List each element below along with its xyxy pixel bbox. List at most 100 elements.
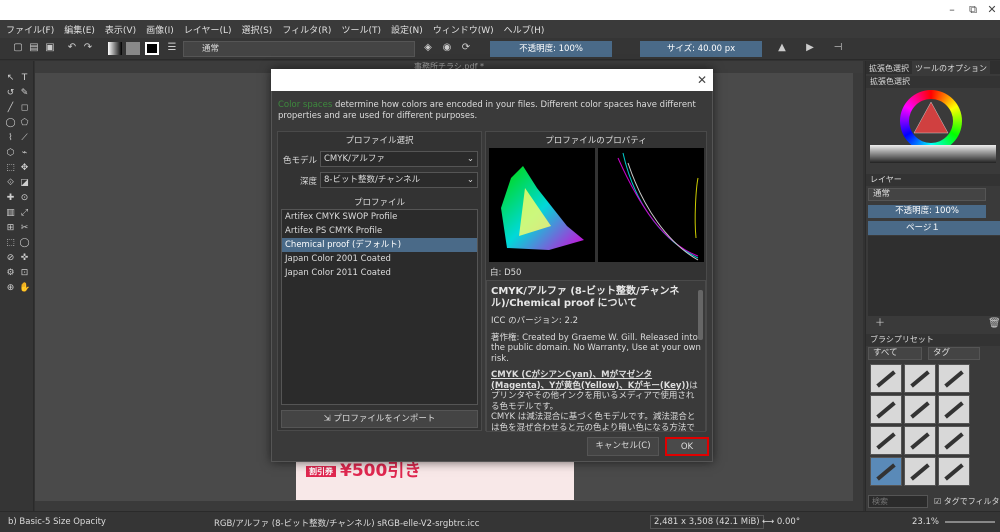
transform-icon[interactable]: ↺: [5, 88, 16, 99]
text-icon[interactable]: T: [19, 73, 30, 84]
brush-preset-tile[interactable]: [938, 395, 970, 424]
polygon-icon[interactable]: ⬠: [19, 118, 30, 129]
brush-icon[interactable]: ✎: [19, 88, 30, 99]
bezier-icon[interactable]: ⌇: [5, 133, 16, 144]
colorspace-link[interactable]: Color spaces: [278, 100, 332, 110]
polygon-select-icon[interactable]: ⊘: [5, 253, 16, 264]
freehand-path-icon[interactable]: ⟋: [19, 133, 30, 144]
restore-icon[interactable]: ⧉: [966, 3, 980, 17]
brush-preset-tile[interactable]: [870, 395, 902, 424]
mirror-horizontal-icon[interactable]: ▲: [776, 42, 788, 54]
brush-preset-tile[interactable]: [870, 426, 902, 455]
fg-bg-color-swatch[interactable]: [145, 42, 159, 55]
bezier-select-icon[interactable]: ⊡: [19, 268, 30, 279]
brush-preset-tile[interactable]: [938, 364, 970, 393]
move-icon[interactable]: ✥: [19, 163, 30, 174]
brush-preset-tile[interactable]: [870, 364, 902, 393]
dialog-close-icon[interactable]: ✕: [694, 72, 710, 88]
menu-layer[interactable]: レイヤー(L): [184, 23, 232, 36]
menu-image[interactable]: 画像(I): [146, 23, 174, 36]
size-slider[interactable]: サイズ: 40.00 px: [640, 41, 762, 57]
brush-preset-tile[interactable]: [904, 395, 936, 424]
profile-list-item[interactable]: Artifex CMYK SWOP Profile: [282, 210, 477, 224]
assistant-icon[interactable]: ▥: [5, 208, 16, 219]
rect-select-icon[interactable]: ⬚: [5, 238, 16, 249]
fill-icon[interactable]: ◪: [19, 178, 30, 189]
layer-blend-select[interactable]: 通常: [868, 188, 986, 201]
menu-file[interactable]: ファイル(F): [6, 23, 54, 36]
menu-view[interactable]: 表示(V): [105, 23, 136, 36]
menu-settings[interactable]: 設定(N): [391, 23, 423, 36]
profile-list-item[interactable]: Japan Color 2001 Coated: [282, 252, 477, 266]
info-scrollbar[interactable]: [698, 290, 703, 340]
brush-filter-select[interactable]: すべて: [868, 347, 922, 360]
preserve-alpha-icon[interactable]: ◉: [441, 42, 453, 54]
layer-row[interactable]: ページ１: [868, 221, 1000, 235]
ellipse-icon[interactable]: ◯: [5, 118, 16, 129]
import-profile-button[interactable]: ⇲ プロファイルをインポート: [281, 410, 478, 428]
status-rotation[interactable]: ⟷ 0.00°: [762, 517, 800, 527]
magic-wand-icon[interactable]: ✜: [19, 253, 30, 264]
tab-advanced-color[interactable]: 拡張色選択: [866, 61, 912, 74]
color-history-strip[interactable]: [870, 145, 996, 163]
brush-search-input[interactable]: [868, 495, 928, 508]
pattern-swatch[interactable]: [126, 42, 140, 55]
brush-preset-tile[interactable]: [938, 426, 970, 455]
depth-select[interactable]: 8-ビット整数/チャンネル ⌄: [320, 172, 478, 188]
close-icon[interactable]: ✕: [985, 3, 999, 17]
reference-icon[interactable]: ⊞: [5, 223, 16, 234]
dynamic-brush-icon[interactable]: ⬡: [5, 148, 16, 159]
layer-opacity-slider[interactable]: 不透明度: 100%: [868, 205, 986, 218]
line-icon[interactable]: ╱: [5, 103, 16, 114]
layer-list[interactable]: [868, 236, 1000, 316]
select-shapes-icon[interactable]: ↖: [5, 73, 16, 84]
brush-preset-tile[interactable]: [904, 364, 936, 393]
menu-help[interactable]: ヘルプ(H): [504, 23, 545, 36]
brush-preset-tile[interactable]: [904, 426, 936, 455]
brush-tag-select[interactable]: タグ: [928, 347, 980, 360]
wrap-around-icon[interactable]: ⊣: [832, 42, 844, 54]
status-colorspace[interactable]: RGB/アルファ (8-ビット整数/チャンネル) sRGB-elle-V2-sr…: [214, 517, 479, 529]
ok-button[interactable]: OK: [665, 437, 709, 456]
pan-icon[interactable]: ✋: [19, 283, 30, 294]
brush-settings-icon[interactable]: ☰: [166, 42, 178, 54]
color-model-select[interactable]: CMYK/アルファ ⌄: [320, 151, 478, 167]
vertical-scrollbar[interactable]: [853, 73, 863, 501]
colorpicker-icon[interactable]: ✚: [5, 193, 16, 204]
lasso-icon[interactable]: ✂: [19, 223, 30, 234]
similar-select-icon[interactable]: ⚙: [5, 268, 16, 279]
menu-tools[interactable]: ツール(T): [341, 23, 381, 36]
delete-layer-icon[interactable]: 🗑: [988, 318, 1000, 330]
color-triangle[interactable]: [912, 100, 950, 138]
profile-list[interactable]: Artifex CMYK SWOP Profile Artifex PS CMYK…: [281, 209, 478, 405]
ellipse-select-icon[interactable]: ◯: [19, 238, 30, 249]
gradient-swatch[interactable]: [108, 42, 122, 55]
profile-list-item[interactable]: Artifex PS CMYK Profile: [282, 224, 477, 238]
multibrush-icon[interactable]: ⌁: [19, 148, 30, 159]
rectangle-icon[interactable]: ◻: [19, 103, 30, 114]
undo-icon[interactable]: ↶: [66, 42, 78, 54]
minimize-icon[interactable]: –: [945, 3, 959, 17]
add-layer-icon[interactable]: ＋: [874, 318, 886, 330]
tab-tool-options[interactable]: ツールのオプション: [912, 61, 990, 74]
opacity-slider[interactable]: 不透明度: 100%: [490, 41, 612, 57]
zoom-slider[interactable]: [945, 521, 995, 523]
gradient-icon[interactable]: ⟐: [5, 178, 16, 189]
cancel-button[interactable]: キャンセル(C): [587, 437, 659, 456]
save-icon[interactable]: ▣: [44, 42, 56, 54]
brush-preset-tile[interactable]: [938, 457, 970, 486]
horizontal-scrollbar[interactable]: [35, 501, 863, 511]
measure-icon[interactable]: ⤢: [19, 208, 30, 219]
profile-list-item[interactable]: Chemical proof (デフォルト): [282, 238, 477, 252]
menu-edit[interactable]: 編集(E): [64, 23, 95, 36]
zoom-icon[interactable]: ⊕: [5, 283, 16, 294]
smart-patch-icon[interactable]: ⊙: [19, 193, 30, 204]
menu-select[interactable]: 選択(S): [242, 23, 273, 36]
brush-preset-tile[interactable]: [870, 457, 902, 486]
reload-preset-icon[interactable]: ⟳: [460, 42, 472, 54]
tag-filter-checkbox[interactable]: ☑ タグでフィルタ: [934, 496, 1000, 507]
eraser-icon[interactable]: ◈: [422, 42, 434, 54]
menu-filter[interactable]: フィルタ(R): [282, 23, 331, 36]
brush-preset-tile[interactable]: [904, 457, 936, 486]
profile-list-item[interactable]: Japan Color 2011 Coated: [282, 266, 477, 280]
